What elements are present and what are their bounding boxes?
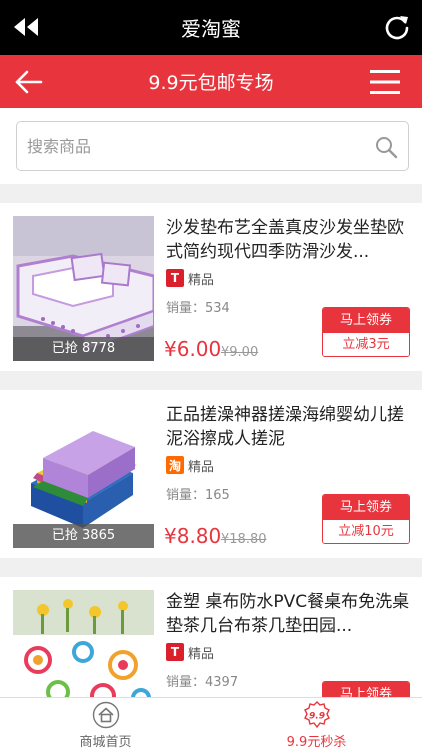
product-name[interactable]: 金塑 桌布防水PVC餐桌布免洗桌垫茶几台布茶几垫田园... (166, 590, 412, 638)
sales-value: 165 (205, 488, 230, 503)
sales-count: 销量：534 (166, 297, 230, 316)
product-image[interactable]: 已抢 8778 (13, 216, 154, 361)
tag-label: 精品 (188, 646, 215, 662)
coupon-claim-label: 马上领券 (323, 682, 409, 697)
original-price: ¥9.00 (221, 345, 259, 360)
sales-count: 销量：4397 (166, 671, 238, 690)
price: ¥8.80 (164, 524, 222, 548)
sales-label: 销量： (166, 675, 206, 690)
coupon-button[interactable]: 马上领券 立减3元 (322, 307, 410, 357)
original-price: ¥18.80 (221, 532, 267, 547)
seckill-badge-text: 9.9 (309, 712, 325, 722)
coupon-discount-label: 立减10元 (323, 520, 409, 543)
coupon-claim-label: 马上领券 (323, 495, 409, 520)
product-name[interactable]: 沙发垫布艺全盖真皮沙发坐垫欧式简约现代四季防滑沙发... (166, 216, 412, 264)
nav-bar: 9.9元包邮专场 (0, 55, 422, 108)
tmall-icon: T (166, 643, 184, 661)
product-card[interactable]: 已抢 3865 正品搓澡神器搓澡海绵婴幼儿搓泥浴擦成人搓泥 淘 精品 销量：16… (0, 390, 422, 558)
sales-value: 534 (205, 301, 230, 316)
tab-home[interactable]: 商城首页 (0, 698, 211, 750)
tab-label: 商城首页 (79, 735, 132, 750)
app-title: 爱淘蜜 (181, 17, 241, 41)
tab-label: 9.9元秒杀 (286, 735, 347, 750)
product-tag: 淘 精品 (166, 456, 215, 475)
search-box[interactable] (16, 121, 409, 171)
sales-count: 销量：165 (166, 484, 230, 503)
price: ¥6.00 (164, 337, 222, 361)
coupon-claim-label: 马上领券 (323, 308, 409, 333)
product-tag: T 精品 (166, 269, 215, 288)
back-arrow-icon[interactable] (14, 69, 44, 95)
grabbed-count: 已抢 3865 (13, 524, 154, 548)
tag-label: 精品 (188, 272, 215, 288)
search-input[interactable] (27, 132, 357, 160)
app-title-bar: 爱淘蜜 (0, 0, 422, 55)
bottom-tab-bar: 商城首页 9.9 9.9元秒杀 (0, 697, 422, 750)
sales-value: 4397 (205, 675, 239, 690)
coupon-button[interactable]: 马上领券 立减10元 (322, 494, 410, 544)
seckill-badge-icon: 9.9 (303, 701, 330, 729)
tag-label: 精品 (188, 459, 215, 475)
tmall-icon: T (166, 269, 184, 287)
product-name[interactable]: 正品搓澡神器搓澡海绵婴幼儿搓泥浴擦成人搓泥 (166, 403, 412, 451)
product-card[interactable]: 已抢 8778 沙发垫布艺全盖真皮沙发坐垫欧式简约现代四季防滑沙发... T 精… (0, 203, 422, 371)
home-icon (92, 701, 119, 729)
grabbed-count: 已抢 8778 (13, 337, 154, 361)
search-icon[interactable] (374, 135, 398, 159)
coupon-discount-label: 立减3元 (323, 333, 409, 356)
double-back-icon[interactable] (12, 16, 40, 38)
product-image[interactable] (13, 590, 154, 697)
menu-icon[interactable] (370, 69, 400, 95)
sales-label: 销量： (166, 301, 206, 316)
search-section (0, 108, 422, 184)
coupon-button[interactable]: 马上领券 (322, 681, 410, 697)
product-tag: T 精品 (166, 643, 215, 662)
page-title: 9.9元包邮专场 (148, 72, 274, 94)
product-image[interactable]: 已抢 3865 (13, 403, 154, 548)
taobao-icon: 淘 (166, 456, 184, 474)
refresh-icon[interactable] (384, 14, 410, 40)
product-card[interactable]: 金塑 桌布防水PVC餐桌布免洗桌垫茶几台布茶几垫田园... T 精品 销量：43… (0, 577, 422, 697)
sales-label: 销量： (166, 488, 206, 503)
tab-seckill[interactable]: 9.9 9.9元秒杀 (211, 698, 422, 750)
